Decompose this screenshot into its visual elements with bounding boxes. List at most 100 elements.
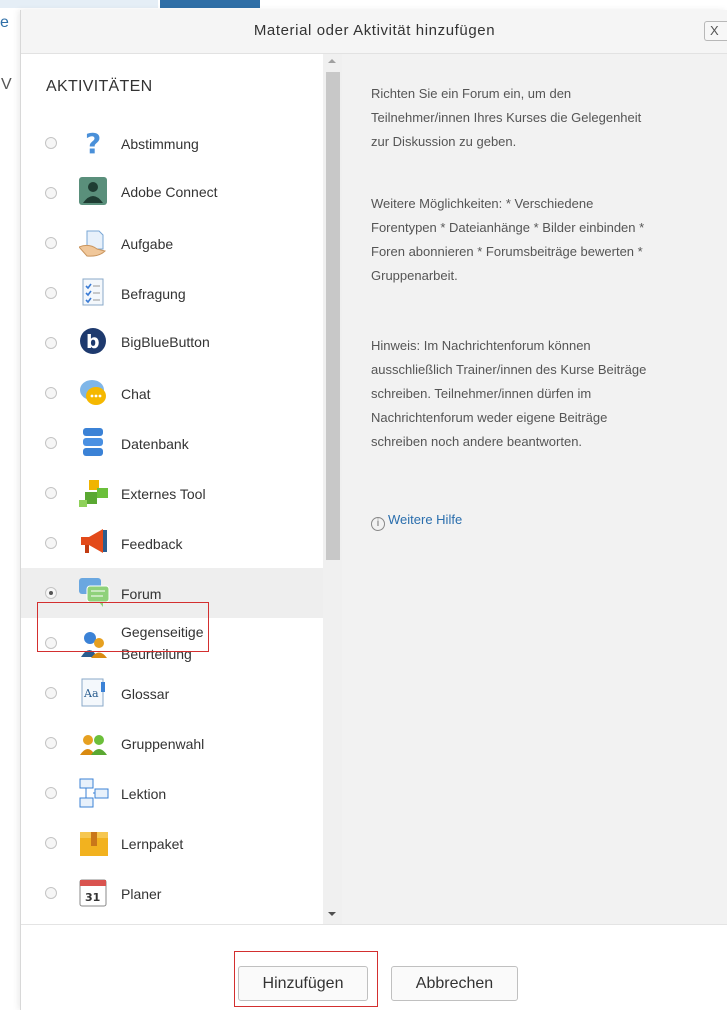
bigbluebutton-icon: b xyxy=(79,327,107,355)
activity-label: Aufgabe xyxy=(121,236,174,252)
help-paragraph-features: Weitere Möglichkeiten: * Verschiedene Fo… xyxy=(371,192,721,288)
close-button[interactable]: X xyxy=(704,21,727,41)
activity-label: BigBlueButton xyxy=(121,334,210,350)
forum-highlight-box xyxy=(37,602,209,652)
help-line: Gruppenarbeit. xyxy=(371,268,458,283)
activity-item-abstimmung[interactable]: ? Abstimmung xyxy=(21,118,323,168)
activity-item-externes-tool[interactable]: Externes Tool xyxy=(21,468,323,518)
section-title: AKTIVITÄTEN xyxy=(46,78,153,95)
activity-radio[interactable] xyxy=(45,737,57,749)
help-line: Weitere Möglichkeiten: * Verschiedene xyxy=(371,196,594,211)
help-line: schreiben noch andere beantworten. xyxy=(371,434,583,449)
activity-radio[interactable] xyxy=(45,587,57,599)
activity-item-glossar[interactable]: Aa Glossar xyxy=(21,668,323,718)
activity-item-befragung[interactable]: Befragung xyxy=(21,268,323,318)
activity-radio[interactable] xyxy=(45,387,57,399)
calendar-day: 31 xyxy=(85,891,100,904)
background-page xyxy=(0,0,20,1010)
activity-item-bigbluebutton[interactable]: b BigBlueButton xyxy=(21,318,323,368)
activity-help-panel: Richten Sie ein Forum ein, um den Teilne… xyxy=(342,54,727,924)
more-help-link[interactable]: i Weitere Hilfe xyxy=(371,512,462,531)
chat-icon xyxy=(79,378,107,406)
activity-label: Adobe Connect xyxy=(121,184,218,200)
scroll-up-icon[interactable] xyxy=(328,59,336,63)
info-icon: i xyxy=(371,517,385,531)
help-line: zur Diskussion zu geben. xyxy=(371,134,517,149)
adobe-connect-icon xyxy=(79,177,107,205)
activity-radio[interactable] xyxy=(45,287,57,299)
calendar-icon: 31 xyxy=(79,878,107,907)
activity-label: Planer xyxy=(121,886,162,902)
help-line: Hinweis: Im Nachrichtenforum können xyxy=(371,338,591,353)
survey-icon xyxy=(79,278,107,306)
activity-radio[interactable] xyxy=(45,887,57,899)
dialog-header: Material oder Aktivität hinzufügen X xyxy=(21,10,727,54)
activity-radio[interactable] xyxy=(45,687,57,699)
activity-label: Datenbank xyxy=(121,436,189,452)
activity-radio[interactable] xyxy=(45,137,57,149)
activity-item-feedback[interactable]: Feedback xyxy=(21,518,323,568)
help-line: Forentypen * Dateianhänge * Bilder einbi… xyxy=(371,220,645,235)
help-line: schreiben. Teilnehmer/innen dürfen im xyxy=(371,386,592,401)
activity-label: Gruppenwahl xyxy=(121,736,205,752)
activity-item-gruppenwahl[interactable]: Gruppenwahl xyxy=(21,718,323,768)
activity-list: AKTIVITÄTEN ? Abstimmung Adobe Connect A… xyxy=(21,54,342,924)
scroll-thumb[interactable] xyxy=(326,72,340,560)
package-icon xyxy=(79,828,108,856)
activity-label: Chat xyxy=(121,386,151,402)
dialog-title: Material oder Aktivität hinzufügen xyxy=(253,22,496,39)
add-activity-dialog: Material oder Aktivität hinzufügen X AKT… xyxy=(20,10,727,1010)
glossary-icon: Aa xyxy=(79,678,107,707)
svg-text:b: b xyxy=(86,331,100,353)
background-tab xyxy=(0,0,158,8)
activity-label: Externes Tool xyxy=(121,486,206,502)
activity-label: Abstimmung xyxy=(121,136,199,152)
question-icon: ? xyxy=(79,127,107,160)
activity-radio[interactable] xyxy=(45,437,57,449)
activity-radio[interactable] xyxy=(45,787,57,799)
activity-label: Feedback xyxy=(121,536,183,552)
help-line: Nachrichtenforum weder eigene Beiträge xyxy=(371,410,608,425)
help-line: Richten Sie ein Forum ein, um den xyxy=(371,86,572,101)
activity-item-planer[interactable]: 31 Planer xyxy=(21,868,323,918)
puzzle-icon xyxy=(79,478,108,507)
activity-radio[interactable] xyxy=(45,237,57,249)
cancel-button[interactable]: Abbrechen xyxy=(391,966,518,1001)
activity-label: Lernpaket xyxy=(121,836,184,852)
activity-item-lernpaket[interactable]: Lernpaket xyxy=(21,818,323,868)
more-help-label: Weitere Hilfe xyxy=(388,512,463,527)
help-paragraph-intro: Richten Sie ein Forum ein, um den Teilne… xyxy=(371,82,721,154)
activity-radio[interactable] xyxy=(45,187,57,199)
dialog-footer: Hinzufügen Abbrechen xyxy=(21,924,727,1010)
activity-item-adobe-connect[interactable]: Adobe Connect xyxy=(21,168,323,218)
activity-list-scrollbar[interactable] xyxy=(323,54,342,924)
activity-label: Lektion xyxy=(121,786,167,802)
database-icon xyxy=(79,427,107,456)
activity-item-lektion[interactable]: Lektion xyxy=(21,768,323,818)
add-button-highlight-box xyxy=(234,951,378,1007)
activity-radio[interactable] xyxy=(45,837,57,849)
activity-label: Befragung xyxy=(121,286,186,302)
background-text: e xyxy=(0,14,9,31)
help-line: Foren abonnieren * Forumsbeiträge bewert… xyxy=(371,244,643,259)
help-line: Teilnehmer/innen Ihres Kurses die Gelege… xyxy=(371,110,642,125)
help-paragraph-note: Hinweis: Im Nachrichtenforum können auss… xyxy=(371,334,721,454)
svg-text:Aa: Aa xyxy=(83,687,99,700)
background-text: V xyxy=(1,76,12,93)
activity-radio[interactable] xyxy=(45,537,57,549)
activity-radio[interactable] xyxy=(45,337,57,349)
megaphone-icon xyxy=(79,527,107,555)
lesson-icon xyxy=(79,778,109,808)
page: e V Material oder Aktivität hinzufügen X… xyxy=(0,0,727,1010)
activity-item-chat[interactable]: Chat xyxy=(21,368,323,418)
help-line: ausschließlich Trainer/innen des Kurse B… xyxy=(371,362,647,377)
group-choice-icon xyxy=(79,729,107,757)
assignment-icon xyxy=(78,229,107,257)
activity-radio[interactable] xyxy=(45,487,57,499)
background-tab-active xyxy=(160,0,260,8)
svg-text:?: ? xyxy=(85,128,101,158)
scroll-down-icon[interactable] xyxy=(328,912,336,916)
activity-label: Glossar xyxy=(121,686,170,702)
activity-item-aufgabe[interactable]: Aufgabe xyxy=(21,218,323,268)
activity-item-datenbank[interactable]: Datenbank xyxy=(21,418,323,468)
